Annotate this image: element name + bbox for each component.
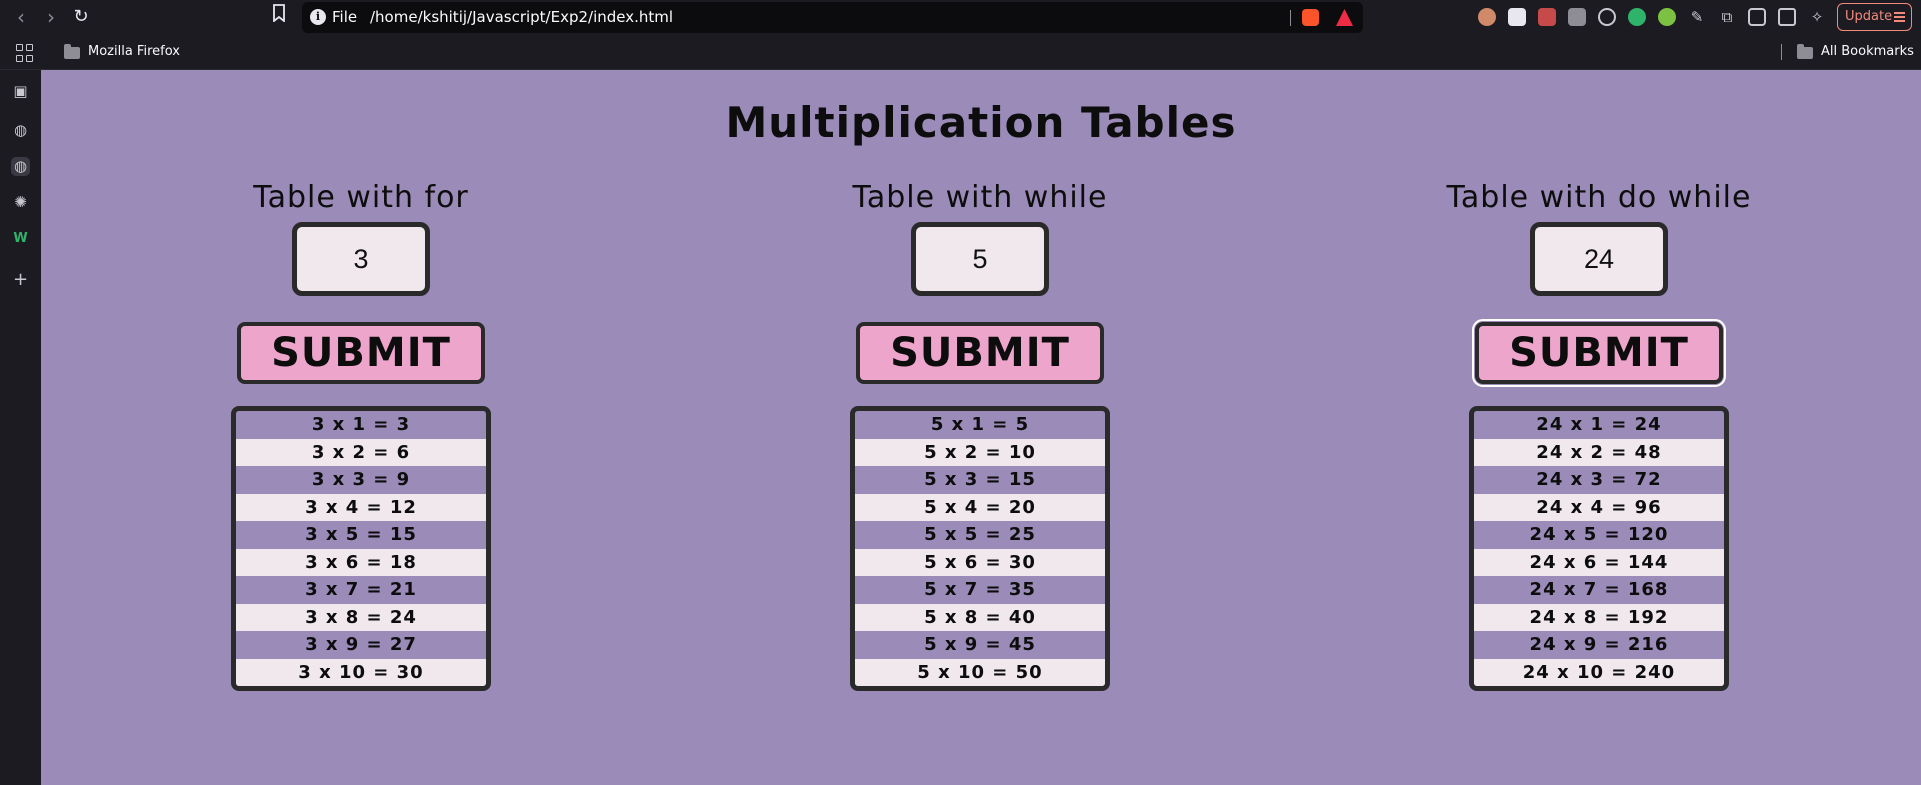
table-row: 24 x 9 = 216 (1474, 631, 1724, 659)
column-title: Table with do while (1446, 180, 1752, 215)
table-row: 3 x 1 = 3 (236, 411, 486, 439)
pen-icon[interactable]: ✎ (1688, 8, 1706, 26)
extension-icon[interactable] (1538, 8, 1556, 26)
table-row: 5 x 5 = 25 (855, 521, 1105, 549)
wallet-icon[interactable] (1778, 8, 1796, 26)
column-title: Table with for (253, 180, 469, 215)
table-row: 24 x 1 = 24 (1474, 411, 1724, 439)
apps-grid-icon[interactable] (16, 44, 34, 62)
bookmark-item-mozilla-firefox[interactable]: Mozilla Firefox (88, 44, 180, 60)
menu-icon (1894, 12, 1905, 22)
globe-icon[interactable]: ◍ (11, 157, 30, 176)
table-row: 24 x 7 = 168 (1474, 576, 1724, 604)
extension-icon[interactable] (1568, 8, 1586, 26)
update-button[interactable]: Update (1837, 3, 1912, 31)
url-path[interactable]: /home/kshitij/Javascript/Exp2/index.html (370, 2, 673, 33)
number-input[interactable] (1530, 222, 1668, 296)
table-row: 3 x 2 = 6 (236, 438, 486, 466)
table-row: 3 x 10 = 30 (236, 658, 486, 686)
forward-icon[interactable]: › (38, 4, 64, 30)
table-row: 5 x 10 = 50 (855, 658, 1105, 686)
wolfram-icon[interactable]: W (11, 229, 30, 248)
table-row: 24 x 3 = 72 (1474, 466, 1724, 494)
submit-button[interactable]: SUBMIT (856, 322, 1104, 384)
table-row: 24 x 5 = 120 (1474, 521, 1724, 549)
table-row: 24 x 2 = 48 (1474, 438, 1724, 466)
add-icon[interactable]: + (11, 270, 30, 289)
rewards-icon[interactable] (1336, 9, 1353, 26)
folder-icon (64, 44, 80, 59)
extension-icon[interactable] (1628, 8, 1646, 26)
table-column-while: Table with while SUBMIT 5 x 1 = 5 5 x 2 … (780, 180, 1180, 691)
table-row: 24 x 10 = 240 (1474, 658, 1724, 686)
reload-icon[interactable]: ↻ (68, 4, 94, 30)
chatgpt-icon[interactable]: ✺ (11, 193, 30, 212)
globe-icon[interactable]: ◍ (11, 121, 30, 140)
table-row: 3 x 7 = 21 (236, 576, 486, 604)
table-row: 3 x 8 = 24 (236, 603, 486, 631)
result-table: 5 x 1 = 5 5 x 2 = 10 5 x 3 = 15 5 x 4 = … (850, 406, 1110, 691)
table-row: 24 x 6 = 144 (1474, 548, 1724, 576)
column-title: Table with while (852, 180, 1108, 215)
submit-button[interactable]: SUBMIT (237, 322, 485, 384)
bookmark-icon[interactable] (266, 4, 292, 30)
table-column-for: Table with for SUBMIT 3 x 1 = 3 3 x 2 = … (161, 180, 561, 691)
number-input[interactable] (292, 222, 430, 296)
table-row: 5 x 7 = 35 (855, 576, 1105, 604)
table-row: 5 x 9 = 45 (855, 631, 1105, 659)
table-row: 3 x 3 = 9 (236, 466, 486, 494)
address-bar[interactable]: i File /home/kshitij/Javascript/Exp2/ind… (302, 2, 1363, 33)
number-input[interactable] (911, 222, 1049, 296)
all-bookmarks-button[interactable]: All Bookmarks (1821, 44, 1914, 60)
bookmarks-divider (1781, 44, 1782, 60)
table-row: 3 x 5 = 15 (236, 521, 486, 549)
url-scheme-label: File (332, 8, 358, 26)
table-column-do-while: Table with do while SUBMIT 24 x 1 = 24 2… (1399, 180, 1799, 691)
page-title: Multiplication Tables (725, 98, 1237, 147)
leo-ai-icon[interactable]: ✧ (1808, 8, 1826, 26)
brave-shield-icon[interactable] (1302, 9, 1319, 26)
info-icon[interactable]: i (310, 9, 326, 25)
sidebar-toggle-icon[interactable] (1748, 8, 1766, 26)
table-row: 5 x 6 = 30 (855, 548, 1105, 576)
table-row: 3 x 6 = 18 (236, 548, 486, 576)
table-row: 5 x 1 = 5 (855, 411, 1105, 439)
back-icon[interactable]: ‹ (8, 4, 34, 30)
extension-icon[interactable] (1658, 8, 1676, 26)
submit-button[interactable]: SUBMIT (1472, 319, 1726, 387)
result-table: 3 x 1 = 3 3 x 2 = 6 3 x 3 = 9 3 x 4 = 12… (231, 406, 491, 691)
folder-icon (1797, 44, 1813, 59)
page-content: Multiplication Tables Table with for SUB… (41, 70, 1921, 785)
result-table: 24 x 1 = 24 24 x 2 = 48 24 x 3 = 72 24 x… (1469, 406, 1729, 691)
table-row: 5 x 3 = 15 (855, 466, 1105, 494)
update-label: Update (1845, 9, 1893, 24)
table-row: 24 x 8 = 192 (1474, 603, 1724, 631)
url-divider (1290, 10, 1291, 26)
table-row: 3 x 9 = 27 (236, 631, 486, 659)
browser-toolbar: ‹ › ↻ i File /home/kshitij/Javascript/Ex… (0, 0, 1921, 34)
table-row: 3 x 4 = 12 (236, 493, 486, 521)
table-row: 5 x 8 = 40 (855, 603, 1105, 631)
extension-icon[interactable] (1598, 8, 1616, 26)
puzzle-icon[interactable]: ⧉ (1718, 8, 1736, 26)
extension-icon[interactable] (1478, 8, 1496, 26)
side-panel: ▣ ◍ ◍ ✺ W + (0, 70, 41, 785)
bookmarks-bar: Mozilla Firefox All Bookmarks (0, 34, 1921, 70)
table-row: 5 x 2 = 10 (855, 438, 1105, 466)
panel-toggle-icon[interactable]: ▣ (11, 82, 30, 101)
extension-icon[interactable] (1508, 8, 1526, 26)
table-row: 24 x 4 = 96 (1474, 493, 1724, 521)
table-row: 5 x 4 = 20 (855, 493, 1105, 521)
